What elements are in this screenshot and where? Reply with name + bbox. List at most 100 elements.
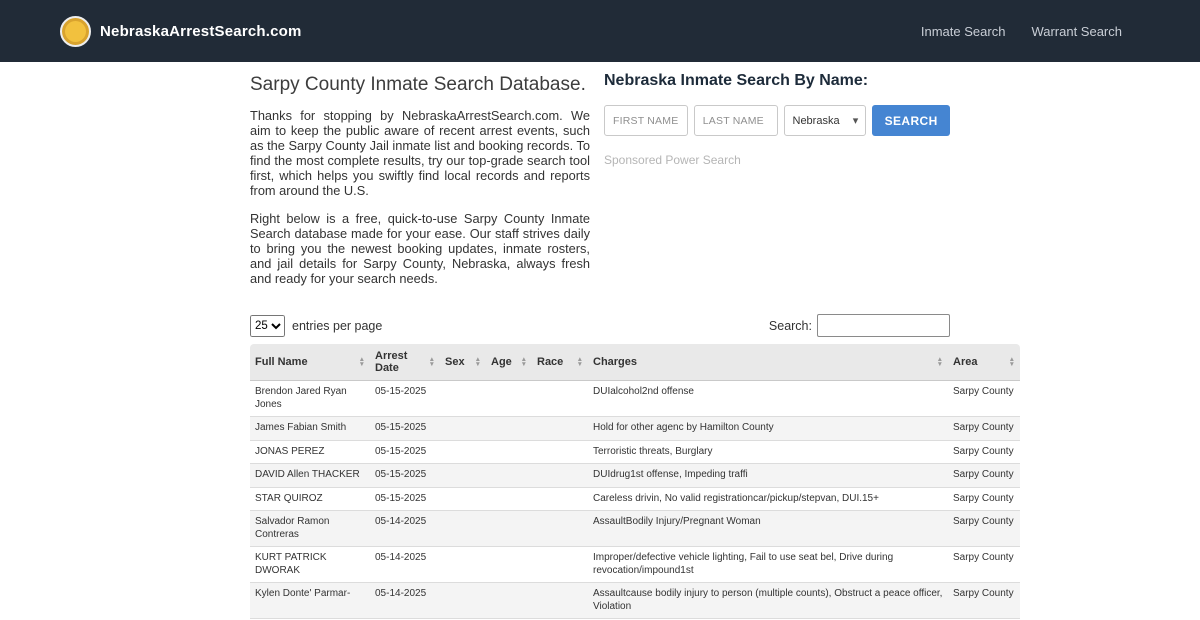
cell-arrest-date: 05-14-2025 — [370, 546, 440, 583]
nav-link-inmate-search[interactable]: Inmate Search — [921, 24, 1006, 39]
cell-charges: Terroristic threats, Burglary — [588, 440, 948, 464]
cell-race — [532, 546, 588, 583]
cell-full-name: Brendon Jared Ryan Jones — [250, 380, 370, 417]
column-label-race: Race — [537, 356, 564, 368]
cell-age — [486, 463, 532, 488]
cell-area: Sarpy County — [948, 380, 1020, 417]
last-name-input[interactable] — [693, 105, 778, 136]
column-label-sex: Sex — [445, 356, 465, 368]
column-label-arrest-date: Arrest Date — [375, 350, 408, 374]
search-button[interactable]: SEARCH — [872, 105, 950, 136]
page-title: Sarpy County Inmate Search Database. — [250, 74, 586, 95]
table-row: Brendon Jared Ryan Jones 05-15-2025 DUIa… — [250, 380, 1020, 417]
sort-icon[interactable]: ▲ ▼ — [359, 356, 365, 368]
intro-paragraph-1: Thanks for stopping by NebraskaArrestSea… — [250, 108, 590, 198]
cell-sex — [440, 582, 486, 619]
sort-icon[interactable]: ▲ ▼ — [1009, 356, 1015, 368]
cell-sex — [440, 487, 486, 511]
sort-icon[interactable]: ▲ ▼ — [577, 356, 583, 368]
cell-arrest-date: 05-15-2025 — [370, 440, 440, 464]
table-row: STAR QUIROZ 05-15-2025 Careless drivin, … — [250, 487, 1020, 511]
cell-sex — [440, 510, 486, 547]
cell-race — [532, 440, 588, 464]
cell-area: Sarpy County — [948, 416, 1020, 441]
cell-area: Sarpy County — [948, 440, 1020, 464]
cell-age — [486, 380, 532, 417]
nav-link-warrant-search[interactable]: Warrant Search — [1031, 24, 1122, 39]
table-row: DAVID Allen THACKER 05-15-2025 DUIdrug1s… — [250, 463, 1020, 488]
cell-area: Sarpy County — [948, 582, 1020, 619]
cell-charges: AssaultBodily Injury/Pregnant Woman — [588, 510, 948, 547]
cell-charges: Improper/defective vehicle lighting, Fai… — [588, 546, 948, 583]
cell-sex — [440, 380, 486, 417]
header-nav: Inmate Search Warrant Search — [921, 24, 1122, 39]
cell-full-name: KURT PATRICK DWORAK — [250, 546, 370, 583]
table-row: Kylen Donte' Parmar- 05-14-2025 Assaultc… — [250, 582, 1020, 619]
sponsored-note: Sponsored Power Search — [604, 153, 741, 167]
cell-charges: DUIalcohol2nd offense — [588, 380, 948, 417]
cell-charges: Hold for other agenc by Hamilton County — [588, 416, 948, 441]
cell-arrest-date: 05-15-2025 — [370, 380, 440, 417]
cell-sex — [440, 416, 486, 441]
table-row: Salvador Ramon Contreras 05-14-2025 Assa… — [250, 510, 1020, 547]
column-header-arrest-date[interactable]: Arrest Date ▲ ▼ — [370, 344, 440, 381]
cell-race — [532, 380, 588, 417]
cell-race — [532, 416, 588, 441]
intro-section: Sarpy County Inmate Search Database. Tha… — [250, 72, 950, 299]
cell-race — [532, 510, 588, 547]
site-brand[interactable]: NebraskaArrestSearch.com — [60, 15, 302, 47]
column-label-area: Area — [953, 356, 978, 368]
name-search-form: Nebraska ▾ SEARCH — [604, 105, 950, 136]
sort-icon[interactable]: ▲ ▼ — [937, 356, 943, 368]
cell-full-name: JONAS PEREZ — [250, 440, 370, 464]
sort-icon[interactable]: ▲ ▼ — [521, 356, 527, 368]
cell-full-name: STAR QUIROZ — [250, 487, 370, 511]
column-header-area[interactable]: Area ▲ ▼ — [948, 344, 1020, 381]
cell-arrest-date: 05-15-2025 — [370, 463, 440, 488]
table-search-label: Search: — [768, 318, 812, 333]
column-header-age[interactable]: Age ▲ ▼ — [486, 344, 532, 381]
column-header-full-name[interactable]: Full Name ▲ ▼ — [250, 344, 370, 381]
cell-arrest-date: 05-15-2025 — [370, 487, 440, 511]
column-label-charges: Charges — [593, 356, 638, 368]
entries-per-page-label: entries per page — [292, 318, 383, 333]
table-row: JONAS PEREZ 05-15-2025 Terroristic threa… — [250, 440, 1020, 464]
cell-arrest-date: 05-14-2025 — [370, 582, 440, 619]
cell-age — [486, 510, 532, 547]
cell-full-name: Kylen Donte' Parmar- — [250, 582, 370, 619]
table-search-input[interactable] — [817, 314, 950, 337]
column-header-sex[interactable]: Sex ▲ ▼ — [440, 344, 486, 381]
cell-sex — [440, 463, 486, 488]
cell-area: Sarpy County — [948, 546, 1020, 583]
first-name-input[interactable] — [604, 105, 688, 136]
cell-race — [532, 463, 588, 488]
intro-paragraph-2: Right below is a free, quick-to-use Sarp… — [250, 211, 590, 286]
cell-race — [532, 487, 588, 511]
sort-icon[interactable]: ▲ ▼ — [475, 356, 481, 368]
sort-icon[interactable]: ▲ ▼ — [429, 356, 435, 368]
cell-charges: Careless drivin, No valid registrationca… — [588, 487, 948, 511]
cell-age — [486, 546, 532, 583]
cell-age — [486, 416, 532, 441]
cell-charges: DUIdrug1st offense, Impeding traffi — [588, 463, 948, 488]
main-content: Sarpy County Inmate Search Database. Tha… — [250, 72, 1020, 619]
logo-icon — [60, 15, 91, 47]
state-select-value: Nebraska — [792, 114, 840, 127]
inmate-table: Full Name ▲ ▼ Arrest Date ▲ ▼ Sex ▲ ▼ Age ▲ … — [250, 344, 1020, 619]
cell-full-name: James Fabian Smith — [250, 416, 370, 441]
table-row: James Fabian Smith 05-15-2025 Hold for o… — [250, 416, 1020, 441]
brand-name: NebraskaArrestSearch.com — [100, 22, 302, 40]
cell-sex — [440, 546, 486, 583]
name-search-panel: Nebraska Inmate Search By Name: Nebraska… — [604, 72, 950, 299]
column-label-age: Age — [491, 356, 512, 368]
column-header-race[interactable]: Race ▲ ▼ — [532, 344, 588, 381]
cell-arrest-date: 05-15-2025 — [370, 416, 440, 441]
cell-charges: Assaultcause bodily injury to person (mu… — [588, 582, 948, 619]
table-controls: 25 entries per page Search: — [250, 314, 950, 337]
entries-per-page-select[interactable]: 25 — [250, 314, 285, 337]
column-header-charges[interactable]: Charges ▲ ▼ — [588, 344, 948, 381]
state-select[interactable]: Nebraska ▾ — [783, 105, 867, 136]
cell-arrest-date: 05-14-2025 — [370, 510, 440, 547]
cell-age — [486, 487, 532, 511]
cell-age — [486, 440, 532, 464]
